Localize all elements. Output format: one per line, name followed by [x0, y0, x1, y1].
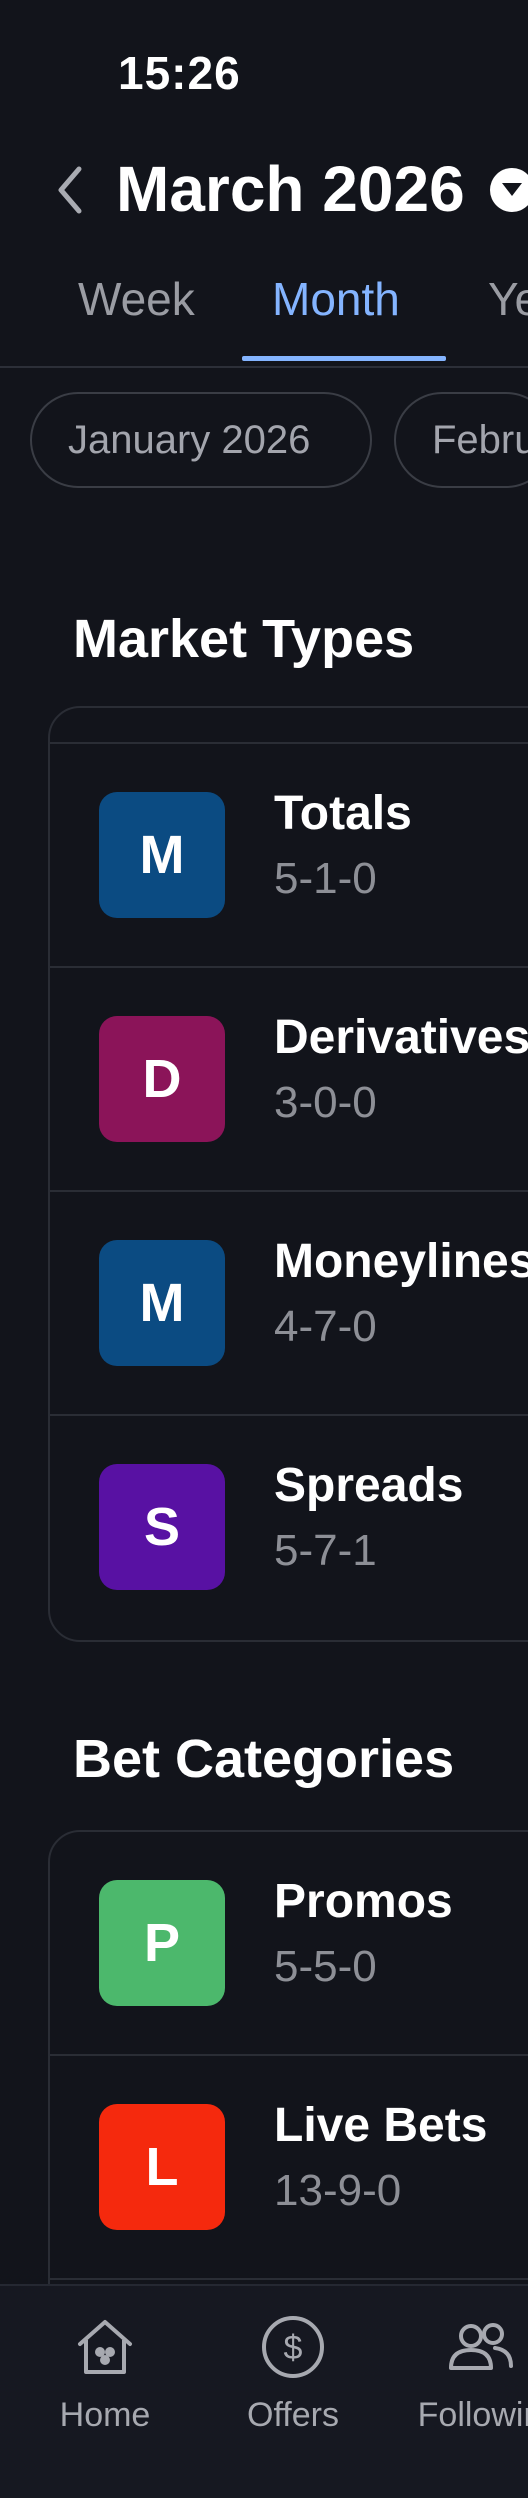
item-name: Promos [274, 1875, 453, 1928]
market-types-card: M Totals 5-1-0 D Derivatives 3-0-0 M Mon… [48, 706, 528, 1642]
list-item-derivatives[interactable]: D Derivatives 3-0-0 [50, 968, 528, 1192]
nav-label-offers: Offers [247, 2396, 339, 2434]
item-record: 13-9-0 [274, 2166, 402, 2215]
bottom-nav: Home $ Offers Followin [0, 2284, 528, 2498]
card-divider [50, 708, 528, 744]
tab-indicator [242, 356, 446, 361]
status-time: 15:26 [118, 47, 241, 99]
list-item-live-bets[interactable]: L Live Bets 13-9-0 [50, 2056, 528, 2280]
list-item-totals[interactable]: M Totals 5-1-0 [50, 744, 528, 968]
list-item-spreads[interactable]: S Spreads 5-7-1 [50, 1416, 528, 1640]
nav-offers[interactable]: $ Offers [198, 2312, 388, 2435]
item-name: Derivatives [274, 1011, 528, 1064]
badge-live-bets: L [99, 2104, 225, 2230]
nav-following[interactable]: Followin [385, 2312, 528, 2435]
badge-spreads: S [99, 1464, 225, 1590]
badge-derivatives: D [99, 1016, 225, 1142]
nav-label-following: Followin [417, 2396, 528, 2434]
item-record: 3-0-0 [274, 1078, 377, 1127]
item-name: Spreads [274, 1459, 464, 1512]
nav-label-home: Home [59, 2396, 151, 2434]
dollar-icon: $ [262, 2316, 324, 2378]
tab-year[interactable]: Ye [488, 272, 528, 326]
item-record: 5-7-1 [274, 1526, 377, 1575]
people-icon [449, 2323, 513, 2370]
item-name: Totals [274, 787, 412, 840]
item-name: Live Bets [274, 2099, 488, 2152]
badge-moneylines: M [99, 1240, 225, 1366]
chip-january-2026[interactable]: January 2026 [30, 392, 372, 488]
list-item-promos[interactable]: P Promos 5-5-0 [50, 1832, 528, 2056]
section-title-market-types: Market Types [73, 609, 415, 669]
title-dropdown-button[interactable] [490, 168, 528, 212]
tab-week[interactable]: Week [78, 272, 195, 326]
screen: 15:26 March 2026 Week Month Ye January 2… [0, 0, 528, 2498]
chevron-left-icon [58, 166, 82, 214]
badge-totals: M [99, 792, 225, 918]
period-tabs: Week Month Ye [0, 262, 528, 368]
tab-month[interactable]: Month [272, 272, 400, 326]
chevron-down-icon [502, 183, 522, 196]
chip-february[interactable]: Febru [394, 392, 528, 488]
nav-home[interactable]: Home [10, 2312, 200, 2435]
list-item-moneylines[interactable]: M Moneylines 4-7-0 [50, 1192, 528, 1416]
svg-text:$: $ [284, 2329, 303, 2367]
item-name: Moneylines [274, 1235, 528, 1288]
badge-promos: P [99, 1880, 225, 2006]
home-icon [78, 2320, 132, 2374]
header: March 2026 [0, 150, 528, 230]
item-record: 5-5-0 [274, 1942, 377, 1991]
item-record: 5-1-0 [274, 854, 377, 903]
back-button[interactable] [50, 160, 90, 220]
page-title[interactable]: March 2026 [116, 152, 465, 226]
section-title-bet-categories: Bet Categories [73, 1729, 455, 1789]
item-record: 4-7-0 [274, 1302, 377, 1351]
